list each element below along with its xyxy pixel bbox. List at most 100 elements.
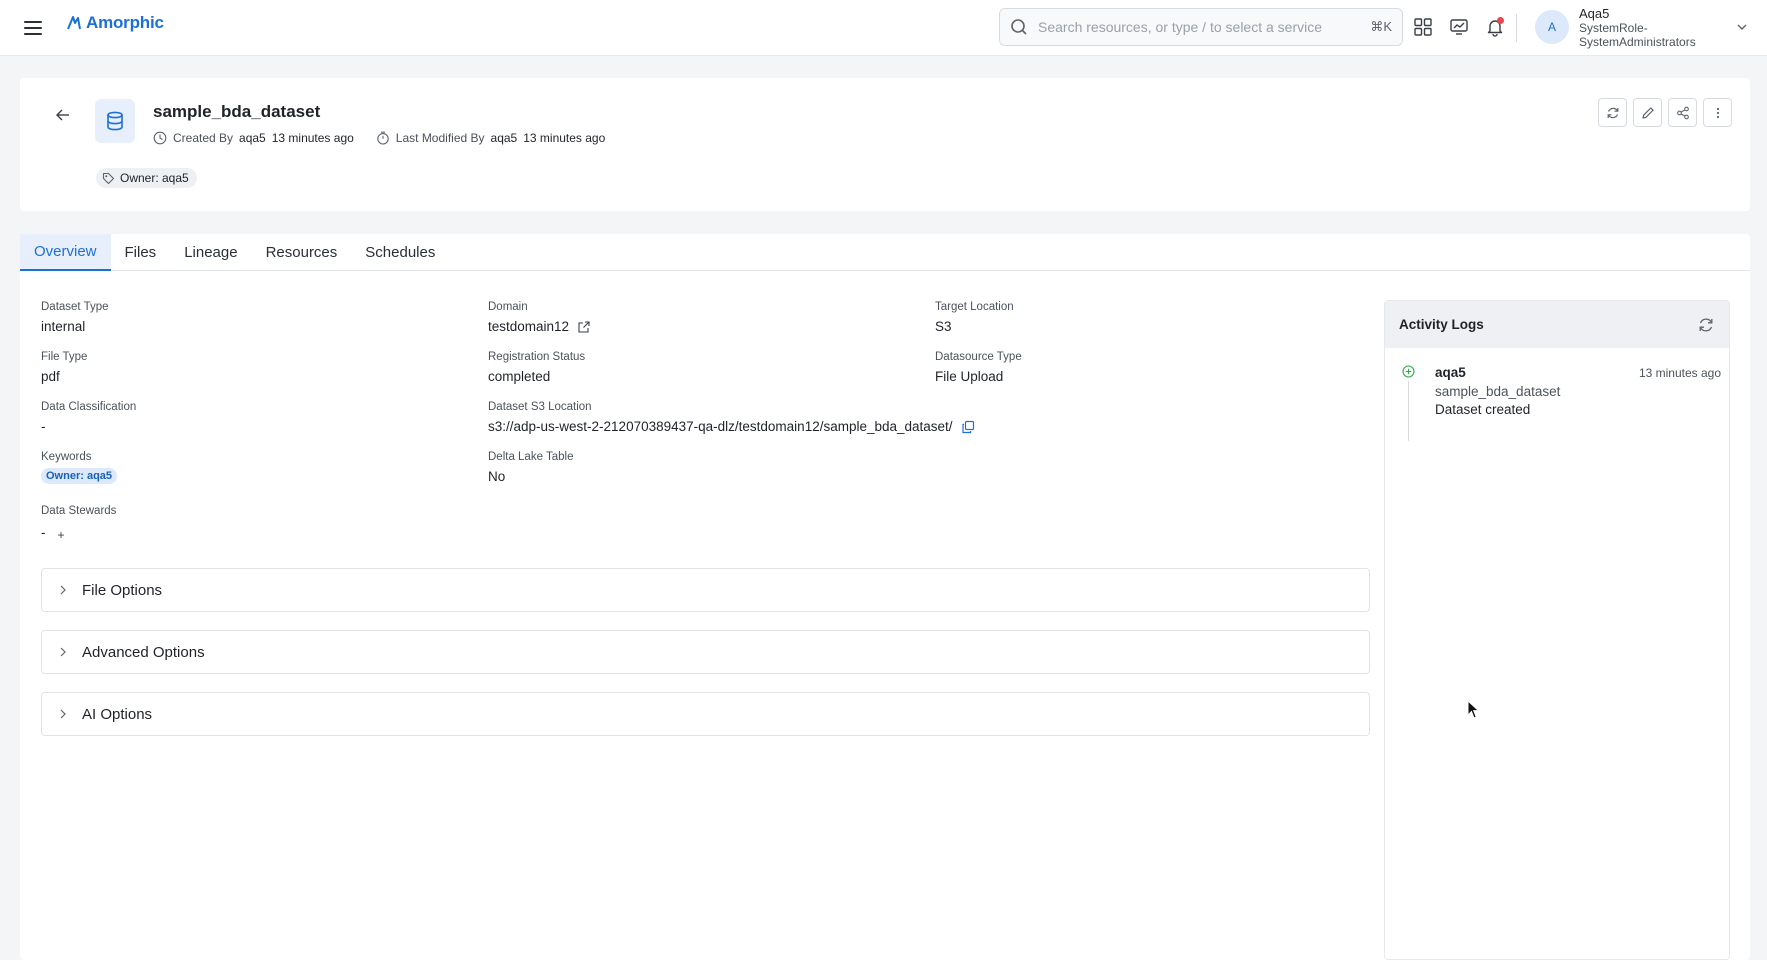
field-label: Dataset S3 Location bbox=[488, 401, 592, 413]
field-value: internal bbox=[41, 319, 86, 334]
field-registration-status: Registration Status completed bbox=[488, 350, 585, 386]
mouse-cursor-icon bbox=[1467, 700, 1480, 719]
log-time: 13 minutes ago bbox=[1638, 366, 1721, 380]
pencil-icon bbox=[1641, 106, 1654, 119]
refresh-button[interactable] bbox=[1598, 98, 1627, 127]
monitor-chart-icon[interactable] bbox=[1446, 14, 1472, 40]
more-options-button[interactable] bbox=[1703, 98, 1732, 127]
share-button[interactable] bbox=[1668, 98, 1697, 127]
add-circle-icon bbox=[1402, 365, 1415, 378]
global-search[interactable]: ⌘K bbox=[999, 8, 1403, 46]
activity-logs-title: Activity Logs bbox=[1399, 317, 1484, 332]
search-input[interactable] bbox=[1038, 19, 1371, 35]
owner-tag: Owner: aqa5 bbox=[96, 168, 197, 188]
field-dataset-type: Dataset Type internal bbox=[41, 300, 109, 336]
dataset-header: sample_bda_dataset Created By aqa5 13 mi… bbox=[20, 78, 1750, 211]
field-file-type: File Type pdf bbox=[41, 350, 87, 386]
refresh-icon[interactable] bbox=[1697, 316, 1715, 334]
dataset-meta: Created By aqa5 13 minutes ago Last Modi… bbox=[153, 131, 605, 145]
field-label: Data Stewards bbox=[41, 505, 117, 517]
chevron-down-icon[interactable] bbox=[1735, 20, 1749, 34]
field-target-location: Target Location S3 bbox=[935, 300, 1014, 336]
accordion-title: AI Options bbox=[82, 705, 153, 723]
menu-icon[interactable] bbox=[24, 16, 48, 40]
field-value: - bbox=[41, 419, 46, 434]
apps-grid-icon[interactable] bbox=[1410, 14, 1436, 40]
copy-icon[interactable] bbox=[961, 420, 975, 434]
chevron-right-icon bbox=[60, 647, 66, 657]
field-label: Domain bbox=[488, 301, 528, 313]
search-icon bbox=[1011, 19, 1027, 35]
tab-schedules[interactable]: Schedules bbox=[351, 234, 449, 271]
dataset-details: Overview Files Lineage Resources Schedul… bbox=[20, 234, 1750, 960]
refresh-icon bbox=[1607, 107, 1618, 118]
modified-by-user: aqa5 bbox=[490, 131, 518, 145]
logo-icon bbox=[67, 16, 81, 30]
tab-files[interactable]: Files bbox=[111, 234, 171, 271]
user-menu[interactable]: A Aqa5 SystemRole-SystemAdministrators bbox=[1535, 6, 1719, 49]
divider bbox=[1516, 14, 1517, 42]
edit-button[interactable] bbox=[1633, 98, 1662, 127]
file-options-accordion[interactable]: File Options bbox=[41, 568, 1370, 612]
field-data-stewards: Data Stewards - + bbox=[41, 504, 116, 544]
s3-location-value: s3://adp-us-west-2-212070389437-qa-dlz/t… bbox=[488, 419, 953, 434]
tab-bar: Overview Files Lineage Resources Schedul… bbox=[20, 234, 1750, 271]
tab-resources[interactable]: Resources bbox=[252, 234, 352, 271]
field-keywords: Keywords Owner: aqa5 bbox=[41, 450, 118, 484]
created-by-user: aqa5 bbox=[239, 131, 266, 145]
user-name: Aqa5 bbox=[1579, 6, 1610, 21]
field-label: Delta Lake Table bbox=[488, 451, 574, 463]
share-icon bbox=[1676, 106, 1689, 119]
field-value: No bbox=[488, 469, 506, 484]
created-by-label: Created By bbox=[173, 131, 234, 145]
tab-lineage[interactable]: Lineage bbox=[170, 234, 251, 271]
field-label: Keywords bbox=[41, 451, 92, 463]
modified-by-label: Last Modified By bbox=[395, 131, 485, 145]
clock-icon bbox=[153, 131, 167, 145]
ai-options-accordion[interactable]: AI Options bbox=[41, 692, 1370, 736]
keyword-chip: Owner: aqa5 bbox=[41, 468, 118, 484]
add-steward-button[interactable]: + bbox=[58, 526, 65, 544]
created-time: 13 minutes ago bbox=[271, 131, 354, 145]
field-datasource-type: Datasource Type File Upload bbox=[935, 350, 1022, 386]
field-s3-location: Dataset S3 Location s3://adp-us-west-2-2… bbox=[488, 400, 975, 436]
field-value: File Upload bbox=[935, 369, 1004, 384]
database-icon bbox=[95, 99, 135, 143]
domain-link[interactable]: testdomain12 bbox=[488, 318, 569, 336]
log-user: aqa5 bbox=[1435, 365, 1466, 380]
top-bar: Amorphic ⌘K A Aqa5 SystemRole-SystemAdmi… bbox=[0, 0, 1767, 56]
field-label: File Type bbox=[41, 351, 88, 363]
field-value: S3 bbox=[935, 319, 952, 334]
field-label: Dataset Type bbox=[41, 301, 109, 313]
tab-overview[interactable]: Overview bbox=[20, 234, 111, 271]
logo-text: Amorphic bbox=[86, 13, 164, 32]
activity-logs-panel: Activity Logs aqa5 13 minutes ago sample… bbox=[1384, 300, 1730, 960]
timeline-line bbox=[1408, 381, 1409, 441]
app-logo[interactable]: Amorphic bbox=[66, 13, 164, 33]
user-role: SystemRole-SystemAdministrators bbox=[1579, 21, 1696, 49]
tag-icon bbox=[102, 172, 115, 184]
field-data-classification: Data Classification - bbox=[41, 400, 136, 436]
field-label: Data Classification bbox=[41, 401, 137, 413]
chevron-right-icon bbox=[60, 585, 66, 595]
field-label: Target Location bbox=[935, 301, 1014, 313]
more-vertical-icon bbox=[1716, 107, 1719, 118]
accordion-title: File Options bbox=[82, 581, 163, 599]
modified-time: 13 minutes ago bbox=[523, 131, 606, 145]
advanced-options-accordion[interactable]: Advanced Options bbox=[41, 630, 1370, 674]
field-domain: Domain testdomain12 bbox=[488, 300, 591, 336]
chevron-right-icon bbox=[60, 709, 66, 719]
external-link-icon[interactable] bbox=[577, 320, 591, 334]
owner-tag-label: Owner: aqa5 bbox=[120, 171, 189, 185]
timer-icon bbox=[377, 131, 389, 145]
field-label: Datasource Type bbox=[935, 351, 1022, 363]
notification-badge bbox=[1497, 17, 1504, 24]
notification-bell-icon[interactable] bbox=[1482, 14, 1508, 40]
field-delta-lake: Delta Lake Table No bbox=[488, 450, 573, 486]
avatar: A bbox=[1535, 10, 1569, 44]
back-arrow-icon[interactable] bbox=[52, 104, 74, 126]
field-value: - bbox=[41, 525, 46, 540]
field-value: completed bbox=[488, 369, 551, 384]
field-label: Registration Status bbox=[488, 351, 586, 363]
page-title: sample_bda_dataset bbox=[153, 102, 321, 121]
